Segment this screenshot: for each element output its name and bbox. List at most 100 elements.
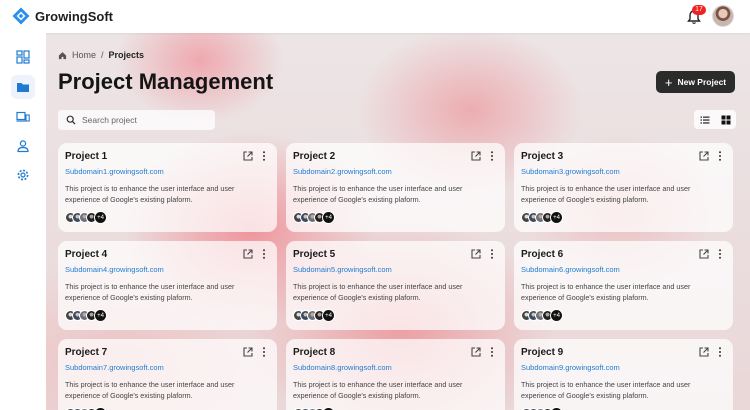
project-title: Project 2: [293, 151, 336, 162]
more-members-badge[interactable]: +4: [550, 211, 563, 224]
project-url-link[interactable]: Subdomain7.growingsoft.com: [65, 363, 164, 372]
new-project-label: New Project: [677, 77, 727, 87]
new-project-button[interactable]: + New Project: [656, 71, 735, 93]
home-icon: [58, 51, 67, 59]
more-options-icon[interactable]: [262, 151, 266, 161]
more-members-badge[interactable]: +4: [322, 211, 335, 224]
open-external-icon[interactable]: [471, 151, 481, 161]
search-box[interactable]: [58, 110, 215, 130]
sidebar: [0, 33, 46, 410]
open-external-icon[interactable]: [243, 249, 253, 259]
breadcrumb: Home / Projects: [58, 50, 144, 60]
sidebar-item-projects[interactable]: [11, 75, 35, 99]
gear-icon: [17, 169, 29, 181]
project-title: Project 5: [293, 249, 336, 260]
main-content: Home / Projects Project Management + New…: [46, 33, 750, 410]
sidebar-item-settings[interactable]: [11, 163, 35, 187]
breadcrumb-current: Projects: [108, 50, 145, 60]
devices-icon: [16, 111, 30, 122]
more-options-icon[interactable]: [490, 347, 494, 357]
project-card[interactable]: Project 1 Subdomain1.growingsoft.com Thi…: [58, 143, 277, 232]
project-card[interactable]: Project 2 Subdomain2.growingsoft.com Thi…: [286, 143, 505, 232]
project-title: Project 9: [521, 347, 564, 358]
member-avatars: +4: [521, 211, 563, 224]
open-external-icon[interactable]: [699, 151, 709, 161]
more-options-icon[interactable]: [718, 249, 722, 259]
more-options-icon[interactable]: [718, 151, 722, 161]
view-toggle: [694, 110, 736, 129]
project-url-link[interactable]: Subdomain2.growingsoft.com: [293, 167, 392, 176]
project-card[interactable]: Project 8 Subdomain8.growingsoft.com Thi…: [286, 339, 505, 410]
more-members-badge[interactable]: +4: [322, 309, 335, 322]
brand-name: GrowingSoft: [35, 9, 113, 24]
project-grid: Project 1 Subdomain1.growingsoft.com Thi…: [58, 143, 738, 410]
grid-view-icon: [721, 115, 730, 124]
more-members-badge[interactable]: +4: [550, 309, 563, 322]
project-title: Project 6: [521, 249, 564, 260]
open-external-icon[interactable]: [699, 347, 709, 357]
more-members-badge[interactable]: +4: [94, 211, 107, 224]
project-card[interactable]: Project 3 Subdomain3.growingsoft.com Thi…: [514, 143, 733, 232]
more-options-icon[interactable]: [490, 249, 494, 259]
project-description: This project is to enhance the user inte…: [65, 282, 235, 302]
project-title: Project 7: [65, 347, 108, 358]
more-options-icon[interactable]: [262, 347, 266, 357]
project-description: This project is to enhance the user inte…: [521, 184, 691, 204]
top-bar: GrowingSoft 17: [0, 0, 750, 33]
project-card[interactable]: Project 6 Subdomain6.growingsoft.com Thi…: [514, 241, 733, 330]
open-external-icon[interactable]: [699, 249, 709, 259]
member-avatars: +4: [293, 211, 335, 224]
member-avatars: +4: [65, 211, 107, 224]
member-avatars: +4: [521, 309, 563, 322]
project-card[interactable]: Project 9 Subdomain9.growingsoft.com Thi…: [514, 339, 733, 410]
list-view-button[interactable]: [694, 110, 715, 129]
search-input[interactable]: [82, 115, 202, 125]
project-url-link[interactable]: Subdomain4.growingsoft.com: [65, 265, 164, 274]
logo-icon: [12, 7, 30, 25]
project-title: Project 8: [293, 347, 336, 358]
member-avatars: +4: [293, 309, 335, 322]
user-avatar[interactable]: [712, 5, 734, 27]
open-external-icon[interactable]: [471, 249, 481, 259]
breadcrumb-separator: /: [101, 50, 104, 60]
sidebar-item-users[interactable]: [11, 134, 35, 158]
breadcrumb-home[interactable]: Home: [72, 50, 96, 60]
open-external-icon[interactable]: [471, 347, 481, 357]
notification-badge: 17: [692, 5, 706, 15]
project-card[interactable]: Project 4 Subdomain4.growingsoft.com Thi…: [58, 241, 277, 330]
user-icon: [17, 140, 29, 153]
project-card[interactable]: Project 7 Subdomain7.growingsoft.com Thi…: [58, 339, 277, 410]
project-description: This project is to enhance the user inte…: [65, 380, 235, 400]
sidebar-item-devices[interactable]: [11, 105, 35, 129]
folder-icon: [17, 83, 29, 92]
list-view-icon: [700, 116, 709, 124]
project-url-link[interactable]: Subdomain3.growingsoft.com: [521, 167, 620, 176]
more-options-icon[interactable]: [718, 347, 722, 357]
project-description: This project is to enhance the user inte…: [293, 282, 463, 302]
dashboard-icon: [16, 50, 30, 64]
project-url-link[interactable]: Subdomain9.growingsoft.com: [521, 363, 620, 372]
open-external-icon[interactable]: [243, 151, 253, 161]
project-title: Project 3: [521, 151, 564, 162]
project-description: This project is to enhance the user inte…: [293, 380, 463, 400]
project-card[interactable]: Project 5 Subdomain5.growingsoft.com Thi…: [286, 241, 505, 330]
project-description: This project is to enhance the user inte…: [65, 184, 235, 204]
more-options-icon[interactable]: [262, 249, 266, 259]
open-external-icon[interactable]: [243, 347, 253, 357]
project-description: This project is to enhance the user inte…: [521, 380, 691, 400]
more-members-badge[interactable]: +4: [94, 309, 107, 322]
project-url-link[interactable]: Subdomain1.growingsoft.com: [65, 167, 164, 176]
project-url-link[interactable]: Subdomain6.growingsoft.com: [521, 265, 620, 274]
search-icon: [66, 115, 76, 125]
page-title: Project Management: [58, 69, 274, 94]
grid-view-button[interactable]: [715, 110, 736, 129]
project-title: Project 4: [65, 249, 108, 260]
project-url-link[interactable]: Subdomain8.growingsoft.com: [293, 363, 392, 372]
more-options-icon[interactable]: [490, 151, 494, 161]
member-avatars: +4: [65, 309, 107, 322]
project-description: This project is to enhance the user inte…: [521, 282, 691, 302]
plus-icon: +: [664, 74, 673, 90]
sidebar-item-dashboard[interactable]: [11, 45, 35, 69]
project-title: Project 1: [65, 151, 108, 162]
project-url-link[interactable]: Subdomain5.growingsoft.com: [293, 265, 392, 274]
